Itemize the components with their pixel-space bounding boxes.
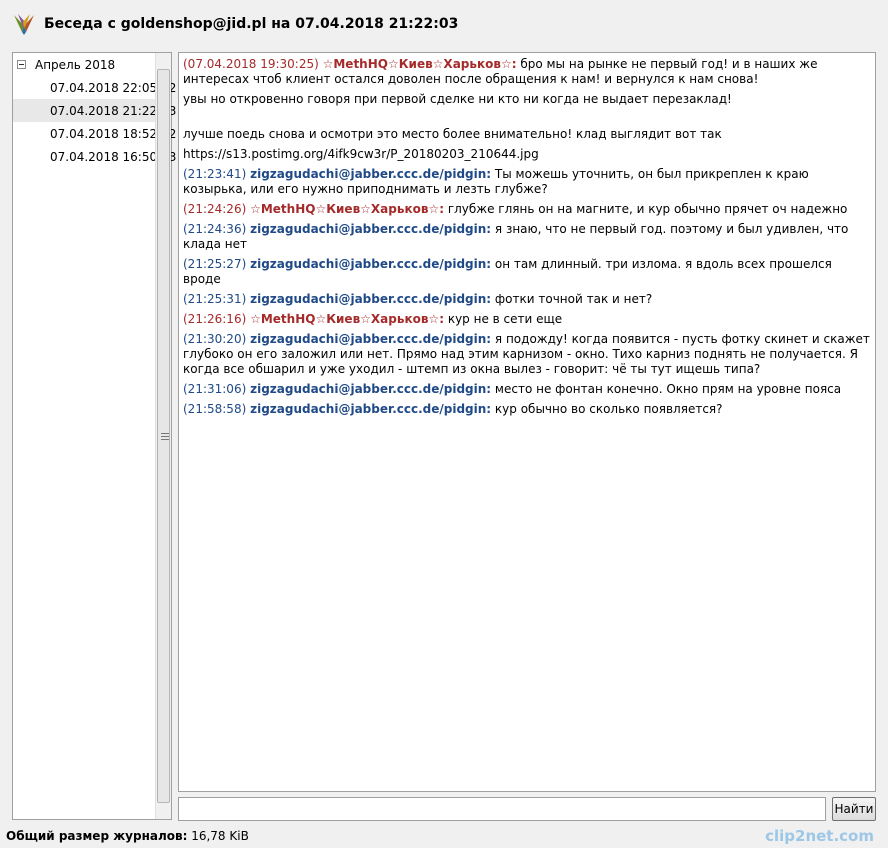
chat-message: (21:25:27) zigzagudachi@jabber.ccc.de/pi… — [183, 257, 871, 287]
tree-group-label: Апрель 2018 — [35, 57, 116, 72]
message-text: место не фонтан конечно. Окно прям на ур… — [491, 382, 842, 396]
message-text: увы но откровенно говоря при первой сдел… — [183, 92, 732, 106]
message-text: глубже глянь он на магните, и кур обычно… — [444, 202, 848, 216]
log-list-panel: Апрель 2018 07.04.2018 22:05:42 07.04.20… — [12, 52, 176, 820]
message-nick: zigzagudachi@jabber.ccc.de/pidgin: — [250, 167, 492, 181]
message-nick: ☆MethHQ☆Киев☆Харьков☆: — [250, 202, 444, 216]
chat-message: (21:24:36) zigzagudachi@jabber.ccc.de/pi… — [183, 222, 871, 252]
chat-message: (21:23:41) zigzagudachi@jabber.ccc.de/pi… — [183, 167, 871, 197]
message-timestamp: (21:25:31) — [183, 292, 247, 306]
conversation-view: (07.04.2018 19:30:25) ☆MethHQ☆Киев☆Харьк… — [178, 52, 876, 792]
chat-message: (21:25:31) zigzagudachi@jabber.ccc.de/pi… — [183, 292, 871, 307]
message-nick: zigzagudachi@jabber.ccc.de/pidgin: — [250, 222, 492, 236]
status-value: 16,78 KiB — [187, 829, 249, 843]
message-timestamp: (21:25:27) — [183, 257, 247, 271]
chat-message: (21:31:06) zigzagudachi@jabber.ccc.de/pi… — [183, 382, 871, 397]
message-timestamp: (21:30:20) — [183, 332, 247, 346]
message-timestamp: (21:24:36) — [183, 222, 247, 236]
chat-message: (21:58:58) zigzagudachi@jabber.ccc.de/pi… — [183, 402, 871, 417]
log-tree: Апрель 2018 07.04.2018 22:05:42 07.04.20… — [13, 53, 176, 819]
chat-message: (21:30:20) zigzagudachi@jabber.ccc.de/pi… — [183, 332, 871, 377]
message-text: фотки точной так и нет? — [491, 292, 653, 306]
pidgin-logo-icon — [14, 14, 34, 35]
message-text: лучше поедь снова и осмотри это место бо… — [183, 127, 722, 141]
chat-message: https://s13.postimg.org/4ifk9cw3r/P_2018… — [183, 147, 871, 162]
chat-message: (07.04.2018 19:30:25) ☆MethHQ☆Киев☆Харьк… — [183, 57, 871, 87]
message-nick: ☆MethHQ☆Киев☆Харьков☆: — [322, 57, 517, 71]
message-nick: zigzagudachi@jabber.ccc.de/pidgin: — [250, 382, 492, 396]
message-timestamp: (21:58:58) — [183, 402, 247, 416]
message-timestamp: (07.04.2018 19:30:25) — [183, 57, 319, 71]
grip-icon — [161, 433, 169, 440]
message-timestamp: (21:23:41) — [183, 167, 247, 181]
find-button[interactable]: Найти — [832, 797, 876, 821]
log-item[interactable]: 07.04.2018 16:50:03 — [13, 145, 176, 168]
status-label: Общий размер журналов: — [6, 829, 188, 843]
chat-message: увы но откровенно говоря при первой сдел… — [183, 92, 871, 107]
message-nick: zigzagudachi@jabber.ccc.de/pidgin: — [250, 292, 492, 306]
tree-group-april-2018[interactable]: Апрель 2018 — [13, 53, 155, 76]
collapse-icon[interactable] — [17, 60, 26, 69]
message-nick: zigzagudachi@jabber.ccc.de/pidgin: — [250, 402, 492, 416]
log-list-scrollbar[interactable] — [155, 53, 171, 819]
message-timestamp: (21:24:26) — [183, 202, 247, 216]
watermark-logo: clip2net.com — [765, 827, 874, 845]
log-item-selected[interactable]: 07.04.2018 21:22:03 — [13, 99, 176, 122]
message-timestamp: (21:26:16) — [183, 312, 247, 326]
window-titlebar: Беседа с goldenshop@jid.pl на 07.04.2018… — [0, 0, 888, 48]
chat-message: лучше поедь снова и осмотри это место бо… — [183, 127, 871, 142]
message-nick: ☆MethHQ☆Киев☆Харьков☆: — [250, 312, 444, 326]
chat-message: (21:26:16) ☆MethHQ☆Киев☆Харьков☆: кур не… — [183, 312, 871, 327]
window-title: Беседа с goldenshop@jid.pl на 07.04.2018… — [44, 16, 459, 32]
message-nick: zigzagudachi@jabber.ccc.de/pidgin: — [250, 257, 492, 271]
message-nick: zigzagudachi@jabber.ccc.de/pidgin: — [250, 332, 492, 346]
search-input[interactable] — [178, 797, 826, 821]
log-item[interactable]: 07.04.2018 18:52:22 — [13, 122, 176, 145]
log-item[interactable]: 07.04.2018 22:05:42 — [13, 76, 176, 99]
message-link[interactable]: https://s13.postimg.org/4ifk9cw3r/P_2018… — [183, 147, 539, 161]
message-text: кур не в сети еще — [444, 312, 563, 326]
chat-message: (21:24:26) ☆MethHQ☆Киев☆Харьков☆: глубже… — [183, 202, 871, 217]
scrollbar-thumb[interactable] — [157, 69, 170, 803]
status-bar: Общий размер журналов: 16,78 KiB — [6, 826, 249, 846]
message-text: кур обычно во сколько появляется? — [491, 402, 723, 416]
message-timestamp: (21:31:06) — [183, 382, 247, 396]
